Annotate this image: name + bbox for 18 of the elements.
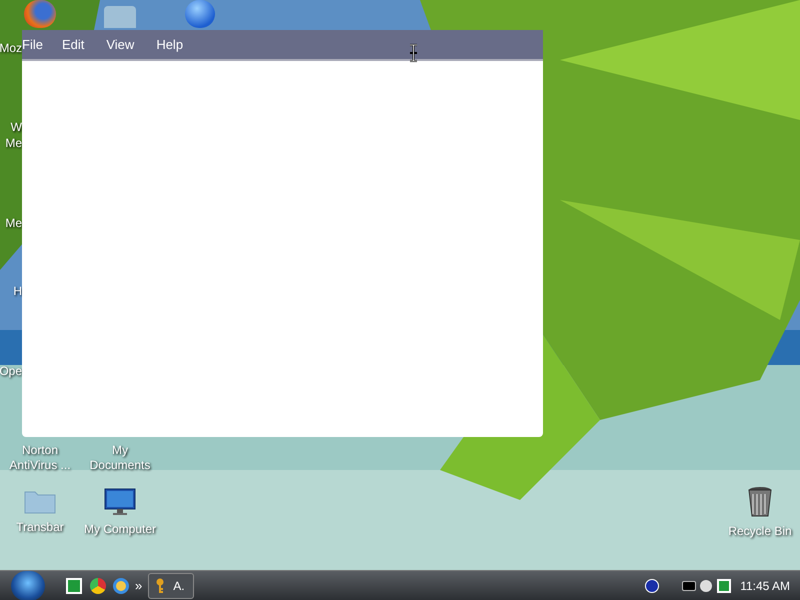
menu-item[interactable]: Help — [156, 34, 184, 54]
icon-label: Me — [5, 215, 22, 232]
battery-icon[interactable] — [682, 580, 696, 590]
icon-label: Me — [5, 135, 22, 152]
text-cursor-icon — [409, 44, 418, 62]
menu-item[interactable]: File — [22, 34, 43, 54]
start-button[interactable] — [11, 570, 45, 600]
overflow-button[interactable]: » — [135, 579, 142, 592]
task-button[interactable]: A. — [148, 572, 194, 598]
menu-item[interactable]: Edit — [62, 34, 84, 54]
icon-label: H — [13, 283, 22, 300]
icon-label: Ope — [0, 363, 22, 380]
trash-icon — [747, 486, 773, 518]
icon-label: Moz — [0, 40, 22, 57]
monitor-icon — [104, 488, 136, 516]
clock[interactable]: 11:45 AM — [740, 576, 790, 594]
icon-label: W — [10, 119, 22, 136]
menu-item[interactable]: View — [106, 34, 134, 54]
